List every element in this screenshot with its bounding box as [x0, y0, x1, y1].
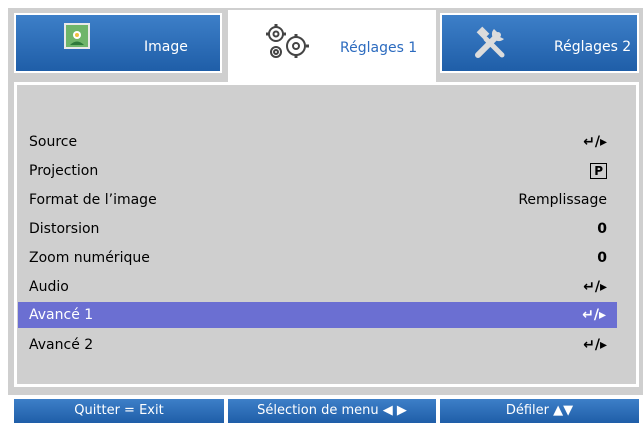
- menu-item-label: Avancé 2: [29, 337, 94, 353]
- tab-settings-2-label: Réglages 2: [554, 39, 632, 55]
- gears-icon: [264, 22, 310, 66]
- menu-item-label: Format de l’image: [29, 192, 157, 208]
- scroll-hint: Défiler ▲▼: [440, 399, 639, 423]
- menu-item-label: Avancé 1: [29, 307, 94, 323]
- enter-arrow-icon: ↵/▸: [583, 279, 607, 295]
- projection-mode-icon: P: [590, 163, 607, 179]
- menu-item-value: 0: [597, 250, 607, 266]
- tab-settings-1[interactable]: Réglages 1: [228, 10, 436, 82]
- menu-item-label: Zoom numérique: [29, 250, 150, 266]
- tab-settings-1-label: Réglages 1: [340, 40, 418, 56]
- menu-item-value: 0: [597, 221, 607, 237]
- menu-item-advanced-1[interactable]: Avancé 1 ↵/▸: [18, 302, 617, 328]
- enter-arrow-icon: ↵/▸: [583, 337, 607, 353]
- menu-item-advanced-2[interactable]: Avancé 2 ↵/▸: [23, 333, 613, 357]
- menu-item-projection[interactable]: Projection P: [23, 159, 613, 183]
- enter-arrow-icon: ↵/▸: [583, 134, 607, 150]
- menu-item-label: Source: [29, 134, 78, 150]
- menu-item-audio[interactable]: Audio ↵/▸: [23, 275, 613, 299]
- menu-item-keystone[interactable]: Distorsion 0: [23, 217, 613, 241]
- tab-settings-2[interactable]: Réglages 2: [440, 13, 639, 73]
- tools-icon: [472, 25, 512, 65]
- menu-item-label: Projection: [29, 163, 99, 179]
- menu-item-label: Audio: [29, 279, 69, 295]
- menu-item-aspect-ratio[interactable]: Format de l’image Remplissage: [23, 188, 613, 212]
- tab-image[interactable]: Image: [14, 13, 222, 73]
- exit-hint: Quitter = Exit: [14, 399, 224, 423]
- menu-item-source[interactable]: Source ↵/▸: [23, 130, 613, 154]
- menu-select-hint: Sélection de menu ◀ ▶: [228, 399, 436, 423]
- tab-image-label: Image: [144, 39, 188, 55]
- enter-arrow-icon: ↵/▸: [582, 307, 606, 323]
- menu-item-value: Remplissage: [518, 192, 607, 208]
- image-icon: [64, 23, 90, 49]
- menu-item-label: Distorsion: [29, 221, 100, 237]
- menu-item-digital-zoom[interactable]: Zoom numérique 0: [23, 246, 613, 270]
